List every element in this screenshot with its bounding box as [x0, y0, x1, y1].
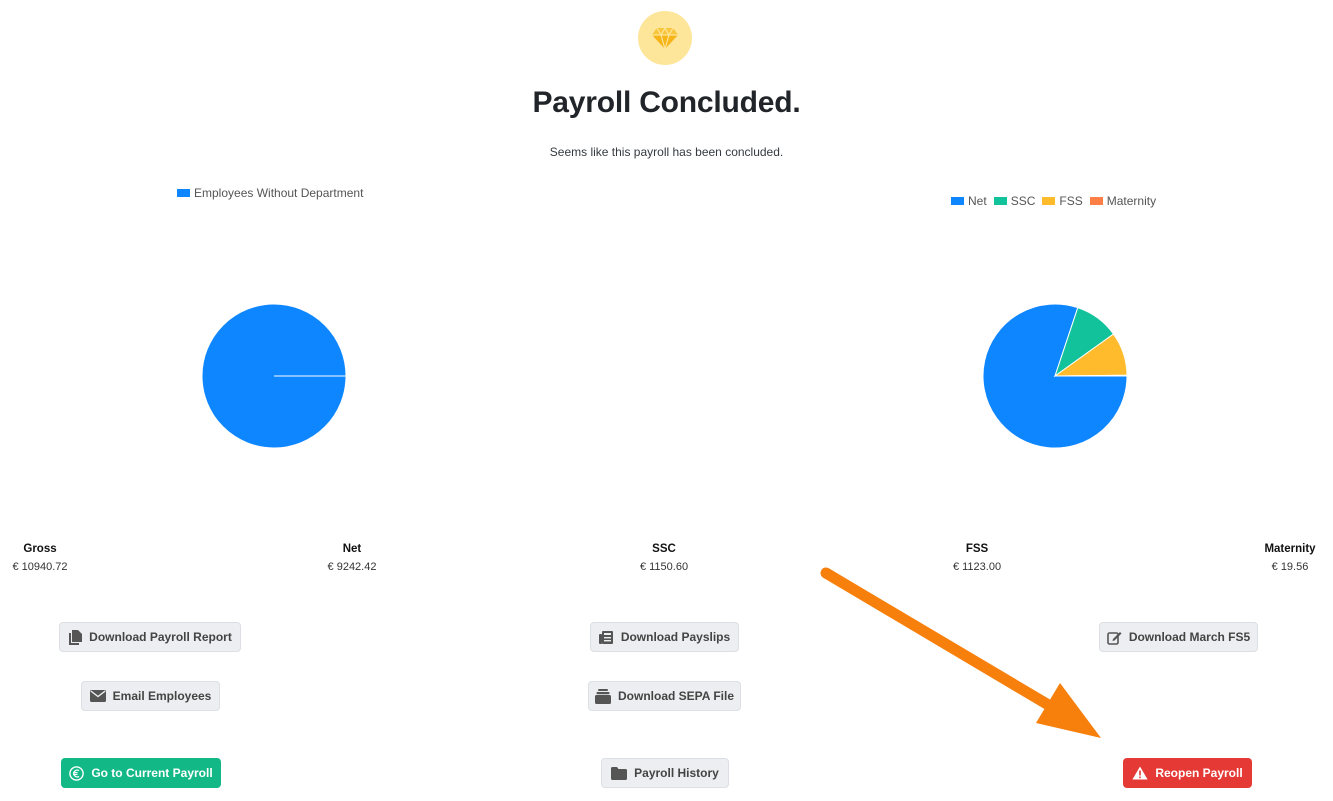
button-label: Email Employees — [112, 689, 212, 703]
download-march-fs5-button[interactable]: Download March FS5 — [1099, 622, 1258, 652]
go-to-current-payroll-button[interactable]: Go to Current Payroll — [61, 758, 221, 788]
page-subtitle: Seems like this payroll has been conclud… — [549, 145, 784, 159]
edit-icon — [1107, 631, 1122, 645]
legend-item-fss[interactable]: FSS — [1042, 194, 1083, 208]
button-label: Download SEPA File — [618, 689, 735, 703]
stat-value: € 19.56 — [1271, 561, 1309, 573]
legend-label: Employees Without Department — [194, 186, 364, 200]
envelope-icon — [89, 690, 106, 702]
stat-gross: Gross € 10940.72 — [0, 543, 80, 573]
arrow-head — [1036, 683, 1101, 738]
legend-item-net[interactable]: Net — [951, 194, 987, 208]
legend-swatch — [1042, 197, 1056, 205]
legend-label: FSS — [1059, 194, 1083, 208]
download-sepa-file-button[interactable]: Download SEPA File — [588, 681, 741, 711]
button-label: Download Payroll Report — [89, 630, 232, 644]
download-payslips-button[interactable]: Download Payslips — [590, 622, 739, 652]
button-label: Go to Current Payroll — [91, 766, 213, 780]
department-pie-chart — [201, 303, 347, 449]
legend-swatch — [993, 197, 1007, 205]
payroll-history-button[interactable]: Payroll History — [601, 758, 729, 788]
files-icon — [69, 629, 83, 645]
folder-icon — [611, 766, 628, 780]
legend-item[interactable]: Employees Without Department — [177, 186, 363, 200]
button-label: Download Payslips — [620, 630, 731, 644]
warning-icon — [1132, 766, 1148, 780]
stat-label: Maternity — [1264, 543, 1316, 555]
legend-swatch — [951, 197, 964, 205]
stat-label: SSC — [652, 543, 676, 555]
diamond-icon — [652, 26, 678, 50]
stat-label: Net — [342, 543, 362, 555]
legend-label: Maternity — [1106, 194, 1157, 208]
legend-label: Net — [968, 194, 987, 208]
stat-ssc: SSC € 1150.60 — [614, 543, 714, 573]
stat-net: Net € 9242.42 — [302, 543, 402, 573]
stat-value: € 1123.00 — [952, 561, 1002, 573]
newspaper-icon — [598, 630, 613, 644]
stat-maternity: Maternity € 19.56 — [1250, 543, 1330, 573]
left-chart-legend: Employees Without Department — [177, 186, 370, 200]
button-label: Payroll History — [634, 766, 719, 780]
legend-swatch — [1089, 197, 1103, 205]
legend-label: SSC — [1010, 194, 1036, 208]
download-payroll-report-button[interactable]: Download Payroll Report — [59, 622, 241, 652]
legend-swatch — [177, 189, 190, 197]
stat-fss: FSS € 1123.00 — [927, 543, 1027, 573]
payroll-breakdown-pie-chart — [982, 303, 1128, 449]
stat-value: € 1150.60 — [639, 561, 689, 573]
button-label: Reopen Payroll — [1155, 766, 1243, 780]
euro-circle-icon — [69, 765, 85, 781]
reopen-payroll-button[interactable]: Reopen Payroll — [1123, 758, 1252, 788]
stat-label: Gross — [23, 543, 57, 555]
legend-item-maternity[interactable]: Maternity — [1089, 194, 1157, 208]
stat-label: FSS — [965, 543, 989, 555]
archive-icon — [595, 688, 611, 704]
legend-item-ssc[interactable]: SSC — [993, 194, 1036, 208]
page-title: Payroll Concluded. — [532, 86, 801, 119]
arrow-shaft — [820, 567, 1068, 719]
stat-value: € 10940.72 — [12, 561, 68, 573]
button-label: Download March FS5 — [1128, 630, 1251, 644]
diamond-badge — [638, 11, 692, 65]
email-employees-button[interactable]: Email Employees — [81, 681, 220, 711]
stat-value: € 9242.42 — [327, 561, 377, 573]
right-chart-legend: Net SSC FSS Maternity — [951, 194, 1163, 208]
